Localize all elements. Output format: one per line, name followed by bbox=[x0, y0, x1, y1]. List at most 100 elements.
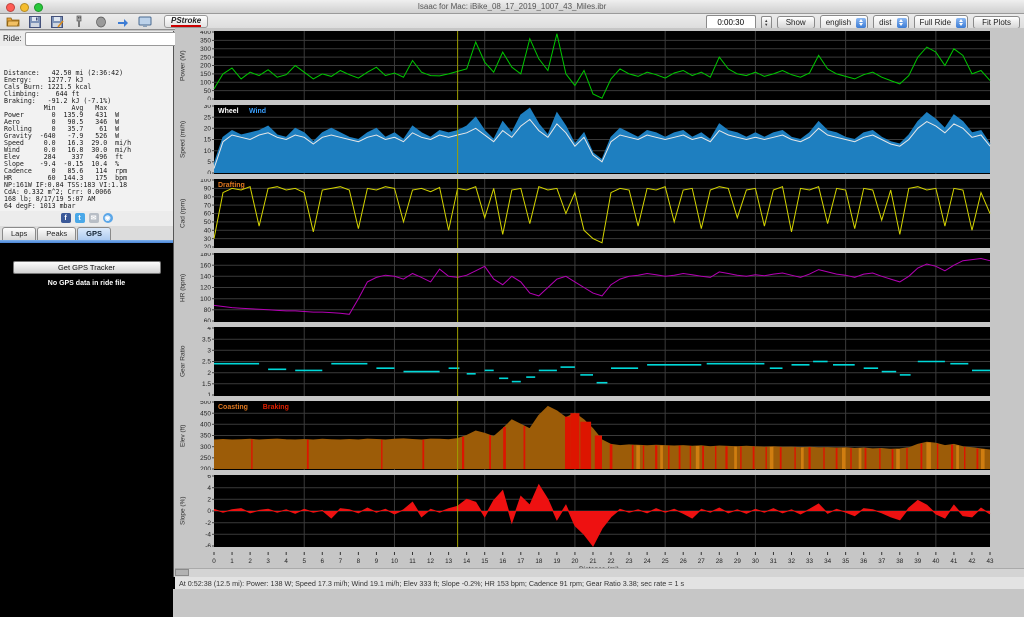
svg-text:300: 300 bbox=[200, 444, 211, 451]
svg-text:4: 4 bbox=[284, 558, 288, 565]
units-select-value: english bbox=[826, 18, 851, 27]
svg-text:37: 37 bbox=[878, 558, 886, 565]
svg-text:35: 35 bbox=[842, 558, 850, 565]
gear-panel: Gear Ratio 11.522.533.54 bbox=[178, 327, 1020, 396]
chart-area: Power (W) 050100150200250300350400 Speed… bbox=[175, 28, 1024, 577]
tab-peaks[interactable]: Peaks bbox=[37, 227, 76, 240]
computer-icon[interactable] bbox=[136, 15, 154, 29]
svg-text:22: 22 bbox=[608, 558, 616, 565]
h-scrollbar[interactable] bbox=[175, 568, 1024, 577]
status-bar: At 0:52:38 (12.5 mi): Power: 138 W; Spee… bbox=[0, 577, 1024, 589]
svg-text:20: 20 bbox=[204, 126, 212, 133]
svg-text:50: 50 bbox=[204, 219, 212, 226]
svg-text:350: 350 bbox=[200, 38, 211, 45]
svg-text:60: 60 bbox=[204, 318, 212, 322]
svg-text:23: 23 bbox=[626, 558, 634, 565]
svg-text:30: 30 bbox=[204, 236, 212, 243]
open-folder-icon[interactable] bbox=[4, 15, 22, 29]
svg-text:100: 100 bbox=[200, 179, 211, 184]
save-icon[interactable] bbox=[26, 15, 44, 29]
ride-label: Ride: bbox=[3, 34, 22, 43]
svg-text:33: 33 bbox=[806, 558, 814, 565]
svg-text:30: 30 bbox=[204, 105, 212, 110]
pstroke-label: PStroke bbox=[171, 16, 201, 27]
svg-text:19: 19 bbox=[553, 558, 561, 565]
email-icon[interactable]: ✉ bbox=[89, 213, 99, 223]
status-bar-left bbox=[0, 577, 175, 589]
range-select-value: Full Ride bbox=[920, 18, 952, 27]
svg-text:20: 20 bbox=[571, 558, 579, 565]
svg-text:Wheel: Wheel bbox=[218, 108, 239, 115]
title-bar: Isaac for Mac: iBike_08_17_2019_1007_43_… bbox=[0, 0, 1024, 14]
slope-panel: Slope (%) -6-4-20246 bbox=[178, 475, 1020, 547]
gps-message: No GPS data in ride file bbox=[0, 280, 173, 287]
svg-text:31: 31 bbox=[770, 558, 778, 565]
ride-stats: Distance: 42.50 mi (2:36:42)Energy: 1277… bbox=[0, 46, 173, 211]
elevation-plot[interactable]: 200250300350400450500CoastingBraking bbox=[178, 401, 1020, 475]
svg-text:70: 70 bbox=[204, 202, 212, 209]
cadence-plot[interactable]: 2030405060708090100Drafting bbox=[178, 179, 1020, 253]
svg-text:25: 25 bbox=[662, 558, 670, 565]
svg-text:150: 150 bbox=[200, 71, 211, 78]
save-as-icon[interactable] bbox=[48, 15, 66, 29]
gear-plot[interactable]: 11.522.533.54 bbox=[178, 327, 1020, 401]
svg-text:400: 400 bbox=[200, 422, 211, 429]
svg-text:3.5: 3.5 bbox=[202, 336, 211, 343]
svg-text:38: 38 bbox=[896, 558, 904, 565]
usb-icon[interactable] bbox=[70, 15, 88, 29]
chevron-up-down-icon bbox=[956, 18, 966, 28]
svg-text:43: 43 bbox=[986, 558, 994, 565]
tab-gps[interactable]: GPS bbox=[77, 227, 111, 240]
svg-text:2: 2 bbox=[248, 558, 252, 565]
x-axis: 0123456789101112131415161718192021222324… bbox=[178, 552, 1020, 566]
elevation-panel: Elev (ft) 200250300350400450500CoastingB… bbox=[178, 401, 1020, 470]
get-gps-tracker-button[interactable]: Get GPS Tracker bbox=[13, 261, 161, 274]
window-title: Isaac for Mac: iBike_08_17_2019_1007_43_… bbox=[0, 2, 1024, 11]
svg-text:10: 10 bbox=[391, 558, 399, 565]
svg-text:27: 27 bbox=[698, 558, 706, 565]
share-icon[interactable]: ◉ bbox=[103, 213, 113, 223]
svg-text:80: 80 bbox=[204, 194, 212, 201]
svg-text:Drafting: Drafting bbox=[218, 182, 245, 189]
share-row: f t ✉ ◉ bbox=[0, 211, 173, 226]
svg-text:3: 3 bbox=[266, 558, 270, 565]
svg-text:15: 15 bbox=[481, 558, 489, 565]
svg-text:5: 5 bbox=[302, 558, 306, 565]
svg-text:20: 20 bbox=[204, 244, 212, 248]
tab-laps[interactable]: Laps bbox=[2, 227, 36, 240]
ride-name-row: Ride: Note bbox=[0, 31, 173, 46]
sensor-icon[interactable] bbox=[92, 15, 110, 29]
svg-text:300: 300 bbox=[200, 46, 211, 53]
svg-text:-2: -2 bbox=[205, 520, 211, 527]
svg-text:13: 13 bbox=[445, 558, 453, 565]
sidebar-tabs: Laps Peaks GPS bbox=[0, 226, 173, 240]
pstroke-button[interactable]: PStroke bbox=[164, 15, 208, 28]
svg-text:450: 450 bbox=[200, 410, 211, 417]
svg-text:36: 36 bbox=[860, 558, 868, 565]
svg-text:28: 28 bbox=[716, 558, 724, 565]
facebook-icon[interactable]: f bbox=[61, 213, 71, 223]
svg-text:30: 30 bbox=[752, 558, 760, 565]
twitter-icon[interactable]: t bbox=[75, 213, 85, 223]
svg-text:2.5: 2.5 bbox=[202, 359, 211, 366]
svg-text:Braking: Braking bbox=[263, 404, 289, 411]
svg-text:42: 42 bbox=[968, 558, 976, 565]
slope-plot[interactable]: -6-4-20246 bbox=[178, 475, 1020, 552]
svg-text:250: 250 bbox=[200, 455, 211, 462]
speed-plot[interactable]: 051015202530WheelWind bbox=[178, 105, 1020, 179]
gps-panel: Get GPS Tracker No GPS data in ride file bbox=[0, 243, 173, 617]
h-scrollbar-thumb[interactable] bbox=[175, 569, 189, 576]
chevron-up-down-icon bbox=[856, 18, 866, 28]
svg-text:34: 34 bbox=[824, 558, 832, 565]
svg-text:15: 15 bbox=[204, 137, 212, 144]
svg-text:Coasting: Coasting bbox=[218, 404, 248, 411]
svg-text:3: 3 bbox=[207, 348, 211, 355]
svg-text:180: 180 bbox=[200, 253, 211, 258]
svg-text:11: 11 bbox=[409, 558, 416, 565]
svg-text:14: 14 bbox=[463, 558, 471, 565]
axis-mode-value: dist bbox=[879, 18, 891, 27]
hr-plot[interactable]: 6080100120140160180 bbox=[178, 253, 1020, 327]
cadence-panel: Cad (rpm) 2030405060708090100Drafting bbox=[178, 179, 1020, 248]
power-plot[interactable]: 050100150200250300350400 bbox=[178, 31, 1020, 105]
svg-text:4: 4 bbox=[207, 485, 211, 492]
